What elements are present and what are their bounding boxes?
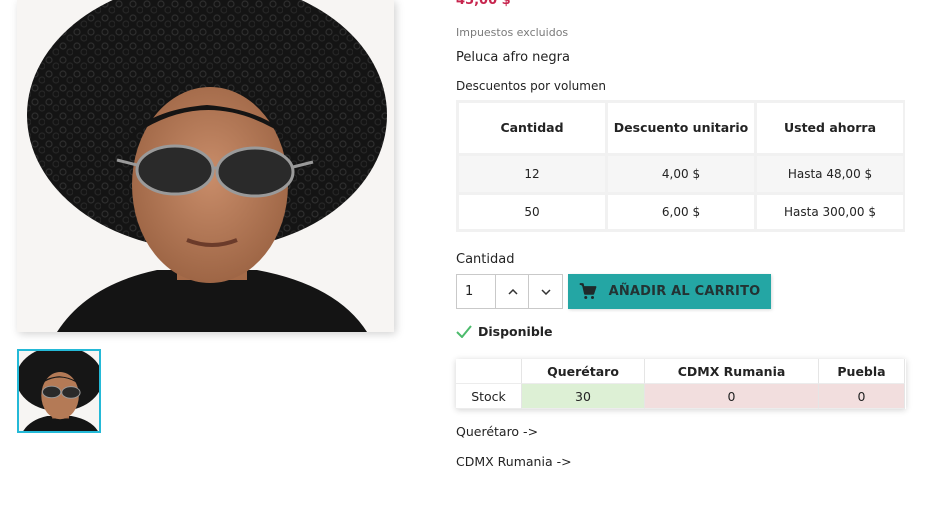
store-stock-table: Querétaro CDMX Rumania Puebla Stock 30 0…	[456, 359, 906, 409]
add-to-cart-button[interactable]: AÑADIR AL CARRITO	[568, 274, 771, 309]
add-to-cart-label: AÑADIR AL CARRITO	[608, 284, 761, 299]
stock-row-label: Stock	[456, 384, 522, 409]
volume-discount-table: Cantidad Descuento unitario Usted ahorra…	[456, 100, 905, 232]
tax-label: Impuestos excluidos	[456, 26, 569, 39]
quantity-label: Cantidad	[456, 252, 515, 267]
discount-row-2-savings: Hasta 300,00 $	[757, 195, 903, 229]
quantity-increase-button[interactable]	[495, 274, 530, 309]
chevron-up-icon	[507, 288, 518, 295]
availability-status: Disponible	[456, 324, 553, 339]
stock-header-store-3: Puebla	[819, 359, 905, 384]
discount-row-2-quantity: 50	[459, 195, 605, 229]
discount-header-quantity: Cantidad	[459, 103, 605, 153]
chevron-down-icon	[540, 288, 551, 295]
discount-row-1-savings: Hasta 48,00 $	[757, 156, 903, 192]
store-link-cdmx-rumania[interactable]: CDMX Rumania ->	[456, 454, 572, 469]
product-name: Peluca afro negra	[456, 50, 570, 65]
product-main-image[interactable]	[17, 0, 394, 332]
stock-header-store-2: CDMX Rumania	[645, 359, 819, 384]
stock-value-store-2: 0	[645, 384, 819, 409]
discount-row-1-quantity: 12	[459, 156, 605, 192]
check-icon	[456, 325, 472, 338]
afro-wig-thumbnail-photo	[19, 351, 99, 431]
discount-header-savings: Usted ahorra	[757, 103, 903, 153]
discount-row-2-unit-discount: 6,00 $	[608, 195, 754, 229]
shopping-cart-icon	[579, 283, 597, 299]
product-price: 45,00 $	[456, 0, 511, 8]
quantity-input[interactable]	[456, 274, 496, 309]
afro-wig-photo	[17, 0, 394, 332]
quantity-decrease-button[interactable]	[528, 274, 563, 309]
store-link-queretaro[interactable]: Querétaro ->	[456, 424, 538, 439]
discount-header-unit-discount: Descuento unitario	[608, 103, 754, 153]
stock-value-store-3: 0	[819, 384, 905, 409]
stock-value-store-1: 30	[522, 384, 645, 409]
product-thumbnail[interactable]	[17, 349, 101, 433]
availability-label: Disponible	[478, 324, 553, 339]
stock-header-store-1: Querétaro	[522, 359, 645, 384]
volume-discounts-title: Descuentos por volumen	[456, 79, 606, 93]
discount-row-1-unit-discount: 4,00 $	[608, 156, 754, 192]
stock-header-empty	[456, 359, 522, 384]
